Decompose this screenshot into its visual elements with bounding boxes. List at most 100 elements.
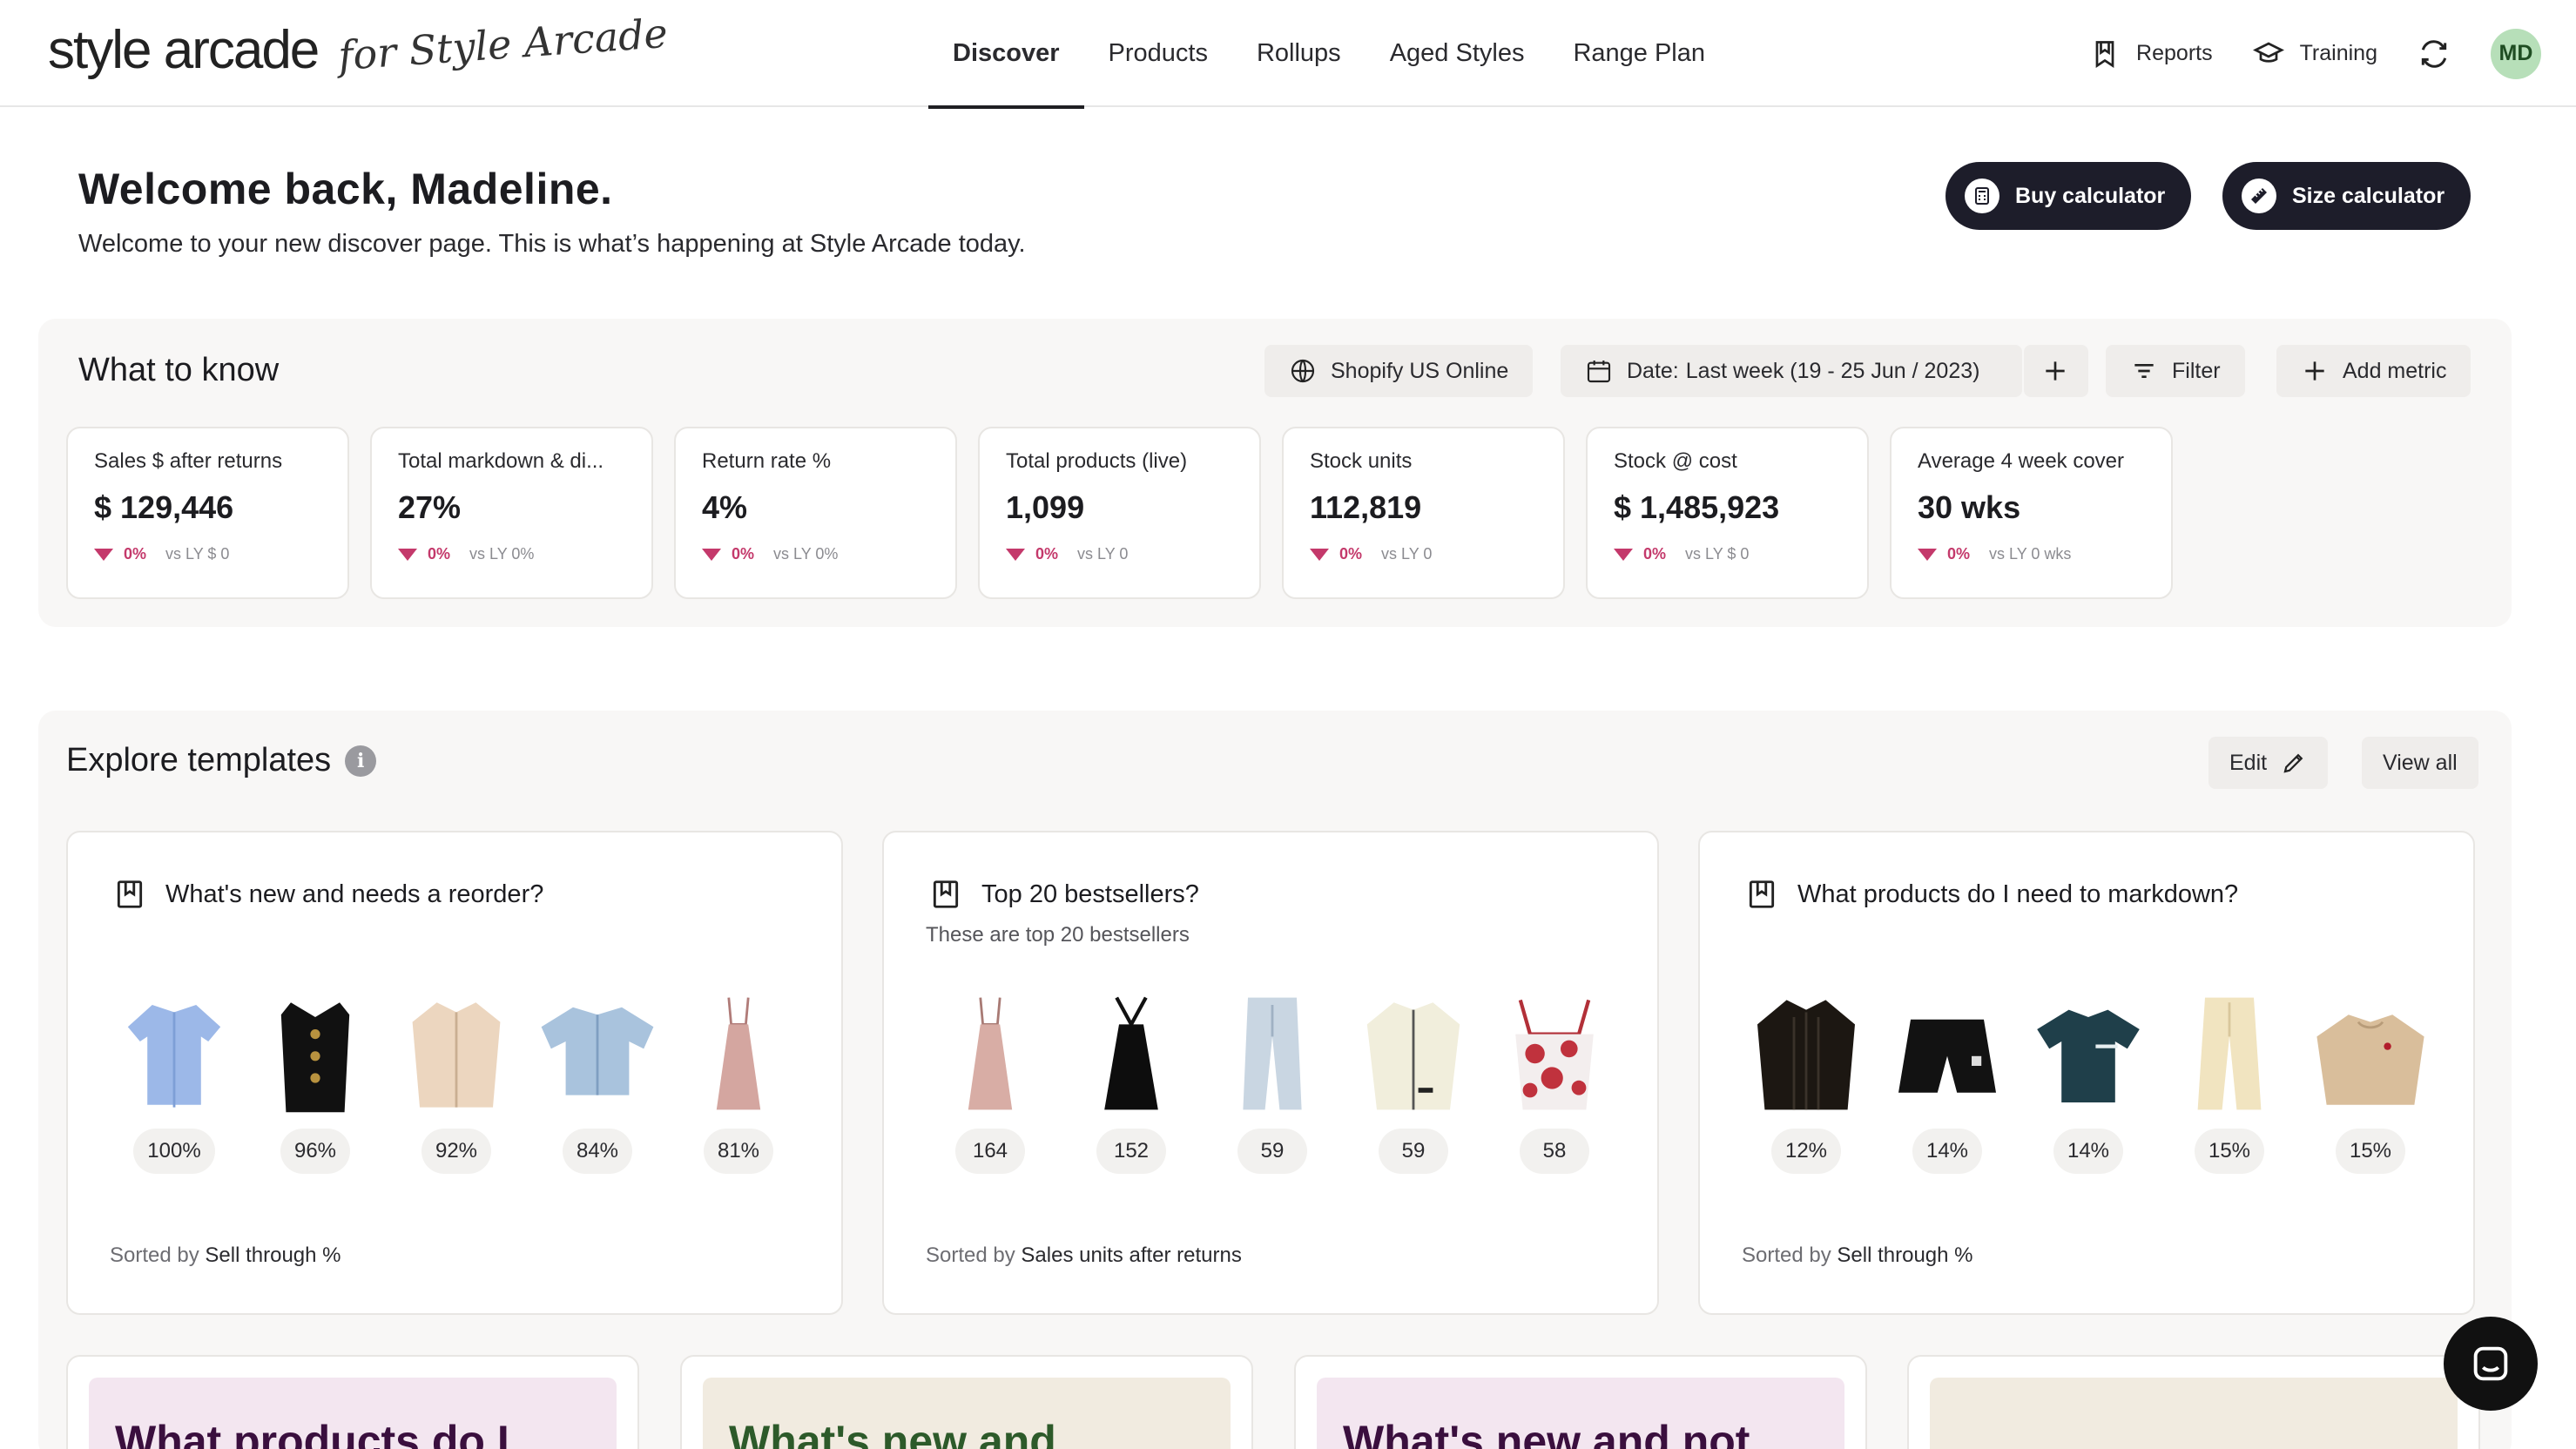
metric-card-total-products[interactable]: Total products (live) 1,099 0% vs LY 0 — [978, 427, 1261, 599]
edit-templates-button[interactable]: Edit — [2208, 737, 2329, 789]
store-selector[interactable]: Shopify US Online — [1264, 345, 1534, 397]
insight-card[interactable] — [1907, 1355, 2480, 1449]
sorted-by: Sales units after returns — [1021, 1243, 1242, 1267]
delta-last-year: vs LY $ 0 — [1685, 545, 1750, 563]
product-item[interactable]: 59 — [1211, 993, 1333, 1174]
add-metric-button[interactable]: Add metric — [2276, 345, 2471, 397]
product-item[interactable]: 15% — [2310, 993, 2431, 1174]
add-metric-label: Add metric — [2343, 358, 2447, 383]
template-card-bestsellers[interactable]: Top 20 bestsellers? These are top 20 bes… — [882, 831, 1659, 1315]
product-metric-badge: 59 — [1379, 1129, 1448, 1174]
page-subtitle: Welcome to your new discover page. This … — [78, 230, 1026, 258]
floral-top-icon — [1515, 999, 1594, 1110]
training-link[interactable]: Training — [2252, 38, 2377, 70]
add-date-comparison-button[interactable] — [2024, 345, 2088, 397]
product-item[interactable]: 14% — [2027, 993, 2149, 1174]
product-item[interactable]: 15% — [2168, 993, 2290, 1174]
filter-label: Filter — [2172, 358, 2221, 383]
template-card-reorder[interactable]: What's new and needs a reorder? 100% 96%… — [66, 831, 843, 1315]
product-item[interactable]: 58 — [1494, 993, 1615, 1174]
vest-icon — [280, 1002, 350, 1113]
down-triangle-icon — [1006, 548, 1025, 561]
training-label: Training — [2299, 41, 2377, 65]
buy-calculator-button[interactable]: Buy calculator — [1945, 162, 2192, 230]
main-nav: Discover Products Rollups Aged Styles Ra… — [928, 0, 1730, 109]
insight-card[interactable]: What's new and — [680, 1355, 1253, 1449]
product-item[interactable]: 12% — [1745, 993, 1867, 1174]
metric-delta: 0% vs LY 0 — [1006, 545, 1233, 563]
metric-card-markdown[interactable]: Total markdown & di... 27% 0% vs LY 0% — [370, 427, 653, 599]
template-card-header: Top 20 bestsellers? — [929, 878, 1199, 911]
metric-label: Stock units — [1310, 449, 1413, 473]
jacket-icon — [412, 1002, 501, 1108]
calculator-icon — [1965, 179, 1999, 213]
nav-rollups[interactable]: Rollups — [1232, 0, 1366, 107]
template-card-markdown[interactable]: What products do I need to markdown? 12%… — [1698, 831, 2475, 1315]
metric-card-return-rate[interactable]: Return rate % 4% 0% vs LY 0% — [674, 427, 957, 599]
product-item[interactable]: 92% — [395, 993, 517, 1174]
product-item[interactable]: 164 — [929, 993, 1051, 1174]
product-metric-badge: 15% — [2335, 1129, 2406, 1174]
product-metric-badge: 164 — [955, 1129, 1025, 1174]
metric-cards: Sales $ after returns $ 129,446 0% vs LY … — [66, 427, 2173, 599]
product-item[interactable]: 100% — [113, 993, 235, 1174]
sorted-by: Sell through % — [1837, 1243, 1973, 1267]
bookmark-icon — [2095, 40, 2114, 68]
metric-delta: 0% vs LY $ 0 — [94, 545, 321, 563]
nav-discover[interactable]: Discover — [928, 0, 1084, 109]
date-range-selector[interactable]: Date: Last week (19 - 25 Jun / 2023) — [1561, 345, 2022, 397]
metric-card-sales[interactable]: Sales $ after returns $ 129,446 0% vs LY … — [66, 427, 349, 599]
sorted-by: Sell through % — [205, 1243, 341, 1267]
nav-aged-styles[interactable]: Aged Styles — [1366, 0, 1549, 107]
nav-products[interactable]: Products — [1084, 0, 1232, 107]
metric-card-stock-cost[interactable]: Stock @ cost $ 1,485,923 0% vs LY $ 0 — [1586, 427, 1869, 599]
jeans-icon — [1243, 997, 1302, 1110]
filter-button[interactable]: Filter — [2106, 345, 2245, 397]
insight-card[interactable]: What's new and not — [1294, 1355, 1867, 1449]
metric-value: 27% — [398, 489, 462, 525]
down-triangle-icon — [398, 548, 417, 561]
zip-jacket-icon — [1366, 1002, 1460, 1110]
denim-top-icon — [541, 1007, 654, 1095]
avatar[interactable]: MD — [2491, 28, 2541, 79]
product-item[interactable]: 96% — [254, 993, 376, 1174]
delta-last-year: vs LY 0 wks — [1989, 545, 2072, 563]
template-sort-info: Sorted by Sell through % — [110, 1243, 341, 1268]
brand-logo[interactable]: style arcade — [48, 19, 320, 81]
template-card-subtitle: These are top 20 bestsellers — [926, 923, 1190, 947]
insight-card[interactable]: What products do I — [66, 1355, 639, 1449]
product-item[interactable]: 59 — [1352, 993, 1474, 1174]
explore-templates-heading: Explore templates i — [66, 742, 377, 779]
refresh-icon[interactable] — [2418, 37, 2451, 71]
view-all-templates-button[interactable]: View all — [2362, 737, 2478, 789]
product-item[interactable]: 84% — [536, 993, 658, 1174]
store-label: Shopify US Online — [1331, 358, 1509, 383]
graduation-cap-icon — [2252, 41, 2284, 63]
template-sort-info: Sorted by Sell through % — [1742, 1243, 1973, 1268]
delta-percent: 0% — [1947, 545, 1971, 563]
chat-launcher-button[interactable] — [2444, 1317, 2538, 1411]
globe-icon — [1291, 359, 1315, 383]
metric-label: Total products (live) — [1006, 449, 1188, 473]
product-item[interactable]: 152 — [1070, 993, 1192, 1174]
sorted-prefix: Sorted by — [926, 1243, 1015, 1267]
metric-card-week-cover[interactable]: Average 4 week cover 30 wks 0% vs LY 0 wk… — [1890, 427, 2173, 599]
product-item[interactable]: 14% — [1886, 993, 2008, 1174]
view-all-label: View all — [2383, 750, 2458, 775]
metric-card-stock-units[interactable]: Stock units 112,819 0% vs LY 0 — [1282, 427, 1565, 599]
down-triangle-icon — [1918, 548, 1937, 561]
delta-last-year: vs LY $ 0 — [165, 545, 230, 563]
slip-dress-icon — [716, 997, 761, 1110]
page-title: Welcome back, Madeline. — [78, 165, 613, 213]
delta-last-year: vs LY 0 — [1077, 545, 1129, 563]
bookmark-icon — [1749, 880, 1775, 908]
metric-label: Sales $ after returns — [94, 449, 283, 473]
bookmark-icon — [117, 880, 143, 908]
nav-range-plan[interactable]: Range Plan — [1548, 0, 1730, 107]
template-card-title: Top 20 bestsellers? — [981, 880, 1199, 908]
reports-link[interactable]: Reports — [2089, 38, 2213, 70]
size-calculator-button[interactable]: Size calculator — [2222, 162, 2471, 230]
template-card-title: What's new and needs a reorder? — [165, 880, 544, 908]
product-item[interactable]: 81% — [678, 993, 799, 1174]
info-icon[interactable]: i — [345, 745, 377, 777]
